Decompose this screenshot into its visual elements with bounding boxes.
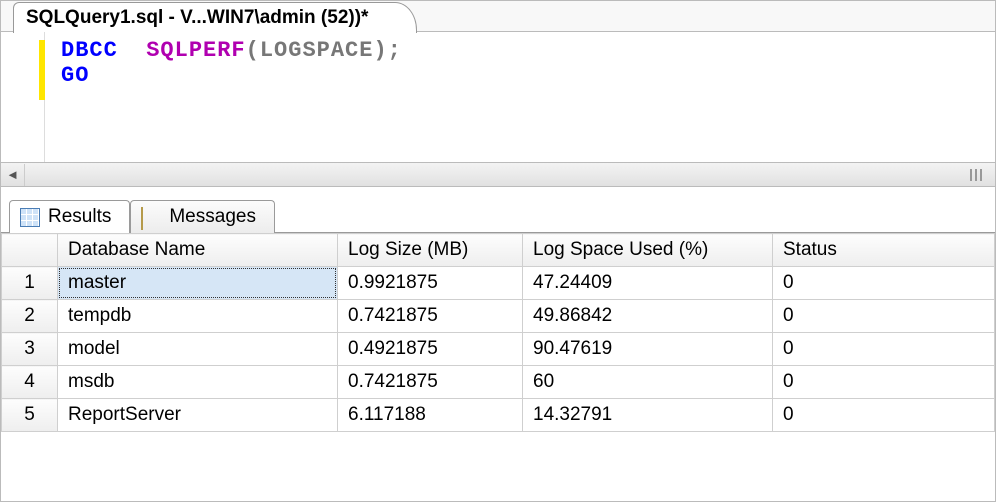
- table-row[interactable]: 4 msdb 0.7421875 60 0: [2, 366, 995, 399]
- corner-cell[interactable]: [2, 234, 58, 267]
- cell-database-name[interactable]: msdb: [58, 366, 338, 399]
- table-row[interactable]: 5 ReportServer 6.117188 14.32791 0: [2, 399, 995, 432]
- results-grid-wrap: Database Name Log Size (MB) Log Space Us…: [1, 232, 995, 432]
- cell-log-space-used[interactable]: 49.86842: [523, 300, 773, 333]
- cell-database-name[interactable]: ReportServer: [58, 399, 338, 432]
- document-tab[interactable]: SQLQuery1.sql - V...WIN7\admin (52))*: [13, 2, 417, 33]
- table-row[interactable]: 1 master 0.9921875 47.24409 0: [2, 267, 995, 300]
- row-number[interactable]: 3: [2, 333, 58, 366]
- cell-log-size[interactable]: 0.7421875: [338, 366, 523, 399]
- sql-editor[interactable]: DBCC SQLPERF(LOGSPACE); GO: [1, 32, 995, 162]
- col-database-name[interactable]: Database Name: [58, 234, 338, 267]
- row-number[interactable]: 4: [2, 366, 58, 399]
- table-row[interactable]: 3 model 0.4921875 90.47619 0: [2, 333, 995, 366]
- col-status[interactable]: Status: [773, 234, 995, 267]
- cell-log-space-used[interactable]: 47.24409: [523, 267, 773, 300]
- scroll-grip-icon: [963, 167, 989, 183]
- cell-status[interactable]: 0: [773, 399, 995, 432]
- row-number[interactable]: 5: [2, 399, 58, 432]
- ssms-window: SQLQuery1.sql - V...WIN7\admin (52))* DB…: [0, 0, 996, 502]
- cell-status[interactable]: 0: [773, 333, 995, 366]
- semicolon: ;: [388, 38, 402, 63]
- document-icon: [141, 208, 161, 226]
- row-number[interactable]: 2: [2, 300, 58, 333]
- cell-status[interactable]: 0: [773, 366, 995, 399]
- args: (LOGSPACE): [246, 38, 388, 63]
- cell-log-space-used[interactable]: 14.32791: [523, 399, 773, 432]
- cell-log-size[interactable]: 6.117188: [338, 399, 523, 432]
- scroll-left-icon[interactable]: ◄: [1, 164, 25, 186]
- document-tab-title: SQLQuery1.sql - V...WIN7\admin (52))*: [26, 7, 368, 28]
- results-grid[interactable]: Database Name Log Size (MB) Log Space Us…: [1, 233, 995, 432]
- execution-marker: [39, 40, 45, 100]
- cell-log-space-used[interactable]: 60: [523, 366, 773, 399]
- cell-database-name[interactable]: model: [58, 333, 338, 366]
- scroll-track[interactable]: [25, 164, 995, 186]
- cell-database-name[interactable]: master: [58, 267, 338, 300]
- cell-log-size[interactable]: 0.9921875: [338, 267, 523, 300]
- document-tab-bar: SQLQuery1.sql - V...WIN7\admin (52))*: [1, 1, 995, 31]
- editor-gutter: [1, 32, 45, 162]
- row-number[interactable]: 1: [2, 267, 58, 300]
- grid-icon: [20, 208, 40, 226]
- tab-results[interactable]: Results: [9, 200, 130, 233]
- cell-database-name[interactable]: tempdb: [58, 300, 338, 333]
- function-sqlperf: SQLPERF: [146, 38, 245, 63]
- table-row[interactable]: 2 tempdb 0.7421875 49.86842 0: [2, 300, 995, 333]
- tab-results-label: Results: [48, 206, 111, 228]
- keyword-dbcc: DBCC: [61, 38, 118, 63]
- editor-area: DBCC SQLPERF(LOGSPACE); GO ◄: [1, 31, 995, 186]
- cell-status[interactable]: 0: [773, 300, 995, 333]
- cell-log-size[interactable]: 0.7421875: [338, 300, 523, 333]
- tab-messages[interactable]: Messages: [130, 200, 275, 233]
- result-tab-bar: Results Messages: [1, 186, 995, 232]
- col-log-space-used[interactable]: Log Space Used (%): [523, 234, 773, 267]
- editor-horizontal-scrollbar[interactable]: ◄: [1, 162, 995, 186]
- cell-log-space-used[interactable]: 90.47619: [523, 333, 773, 366]
- tab-messages-label: Messages: [169, 206, 256, 228]
- cell-status[interactable]: 0: [773, 267, 995, 300]
- header-row: Database Name Log Size (MB) Log Space Us…: [2, 234, 995, 267]
- cell-log-size[interactable]: 0.4921875: [338, 333, 523, 366]
- col-log-size[interactable]: Log Size (MB): [338, 234, 523, 267]
- code-text: DBCC SQLPERF(LOGSPACE); GO: [45, 32, 402, 162]
- keyword-go: GO: [61, 63, 89, 88]
